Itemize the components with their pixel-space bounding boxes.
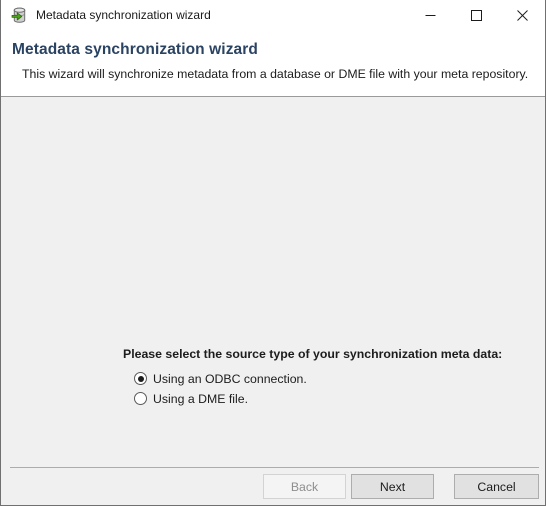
cancel-button[interactable]: Cancel [454,474,539,499]
wizard-window: Metadata synchronization wizard Metadata… [0,0,546,506]
close-icon[interactable] [499,0,545,31]
maximize-icon[interactable] [453,0,499,31]
footer-separator [10,467,539,468]
radio-icon-odbc[interactable] [134,372,147,385]
window-controls [407,0,545,31]
radio-label-odbc: Using an ODBC connection. [153,371,307,386]
radio-label-dme: Using a DME file. [153,391,248,406]
page-title: Metadata synchronization wizard [12,41,258,58]
wizard-header: Metadata synchronization wizard This wiz… [1,31,545,97]
page-subtitle: This wizard will synchronize metadata fr… [22,67,529,81]
database-sync-icon [11,7,28,24]
radio-icon-dme[interactable] [134,392,147,405]
back-button[interactable]: Back [263,474,346,499]
source-type-prompt: Please select the source type of your sy… [123,347,503,361]
title-bar[interactable]: Metadata synchronization wizard [1,0,545,31]
radio-option-odbc[interactable]: Using an ODBC connection. [134,370,307,387]
next-button[interactable]: Next [351,474,434,499]
radio-option-dme[interactable]: Using a DME file. [134,390,248,407]
window-title: Metadata synchronization wizard [36,8,211,22]
wizard-body: Please select the source type of your sy… [1,98,545,504]
minimize-icon[interactable] [407,0,453,31]
